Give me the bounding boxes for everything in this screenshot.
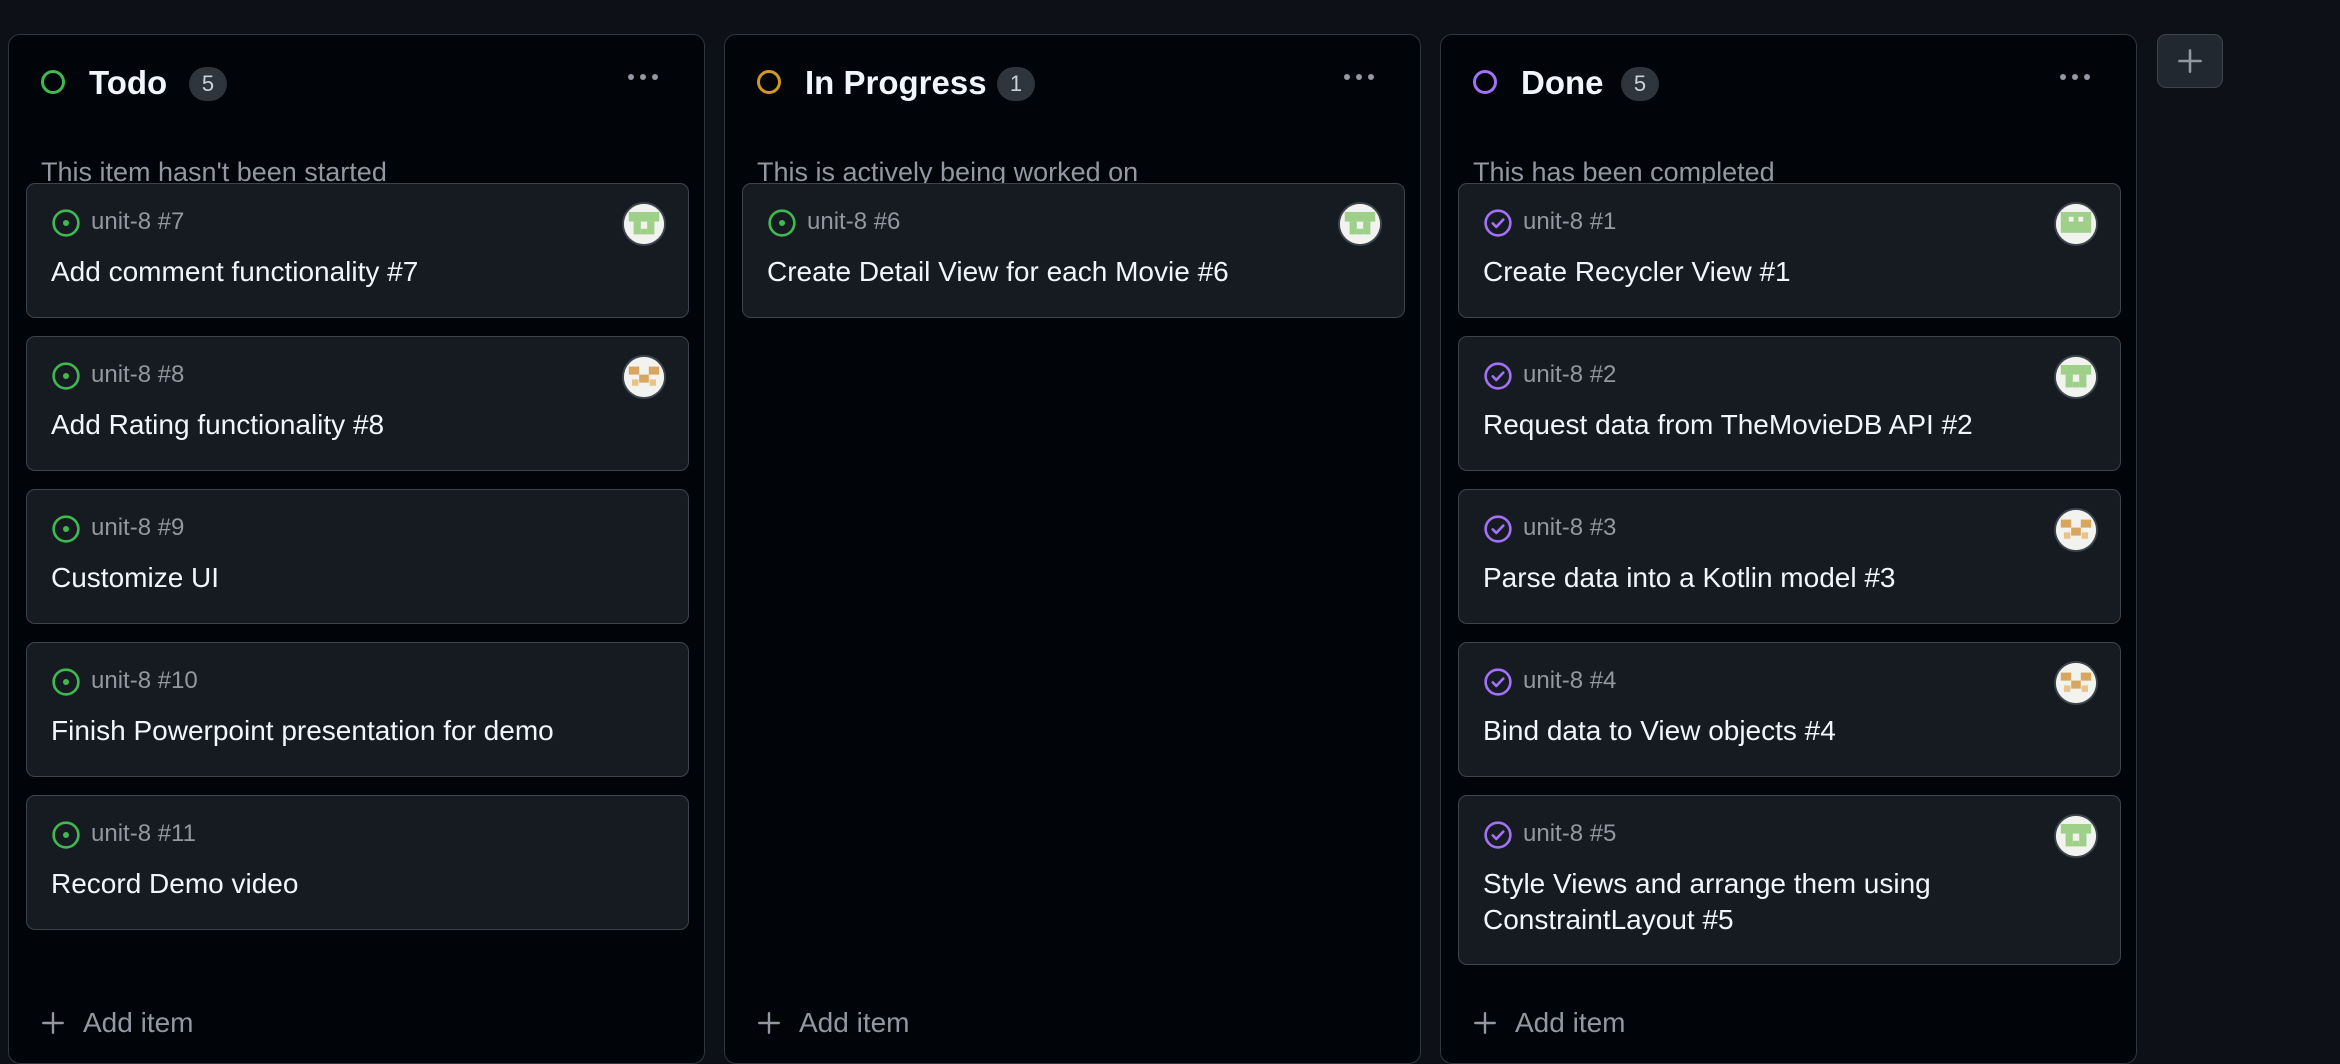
column-done: Done 5 This has been completed unit-8 #1… xyxy=(1440,34,2137,1064)
add-item-button[interactable]: Add item xyxy=(1473,1003,1626,1043)
plus-icon xyxy=(1474,1012,1496,1034)
add-item-button[interactable]: Add item xyxy=(41,1003,194,1043)
card-unit-8-9[interactable]: unit-8 #9 Customize UI xyxy=(26,489,689,624)
card-unit-8-6[interactable]: unit-8 #6 Create Detail View for each Mo… xyxy=(742,183,1405,318)
issue-reference[interactable]: unit-8 #11 xyxy=(91,818,196,850)
card-unit-8-4[interactable]: unit-8 #4 Bind data to View objects #4 xyxy=(1458,642,2121,777)
issue-reference[interactable]: unit-8 #2 xyxy=(1523,359,1616,391)
assignee-avatar[interactable] xyxy=(1340,204,1380,244)
card-title[interactable]: Create Recycler View #1 xyxy=(1483,254,2083,290)
kebab-menu-icon xyxy=(628,74,634,80)
plus-icon xyxy=(2178,49,2202,73)
status-circle-icon xyxy=(1473,70,1497,94)
card-title[interactable]: Add Rating functionality #8 xyxy=(51,407,651,443)
plus-icon xyxy=(42,1012,64,1034)
card-unit-8-7[interactable]: unit-8 #7 Add comment functionality #7 xyxy=(26,183,689,318)
add-column-button[interactable] xyxy=(2157,34,2223,88)
issue-open-icon xyxy=(52,668,80,696)
issue-closed-icon xyxy=(1484,668,1512,696)
column-title: Done xyxy=(1521,64,1604,101)
card-title[interactable]: Record Demo video xyxy=(51,866,651,902)
assignee-avatar[interactable] xyxy=(2056,510,2096,550)
issue-closed-icon xyxy=(1484,821,1512,849)
column-title: Todo xyxy=(89,64,168,101)
column-header: Todo 5 This item hasn't been started xyxy=(9,35,704,205)
column-title: In Progress xyxy=(805,64,987,101)
column-menu-button[interactable] xyxy=(1332,59,1386,95)
add-item-label: Add item xyxy=(1515,1007,1626,1038)
column-header: Done 5 This has been completed xyxy=(1441,35,2136,205)
column-todo: Todo 5 This item hasn't been started uni… xyxy=(8,34,705,1064)
column-header: In Progress 1 This is actively being wor… xyxy=(725,35,1420,205)
issue-reference[interactable]: unit-8 #6 xyxy=(807,206,900,238)
add-item-button[interactable]: Add item xyxy=(757,1003,910,1043)
card-unit-8-8[interactable]: unit-8 #8 Add Rating functionality #8 xyxy=(26,336,689,471)
assignee-avatar[interactable] xyxy=(2056,816,2096,856)
column-menu-button[interactable] xyxy=(2048,59,2102,95)
issue-reference[interactable]: unit-8 #9 xyxy=(91,512,184,544)
issue-closed-icon xyxy=(1484,362,1512,390)
card-title[interactable]: Style Views and arrange them using Const… xyxy=(1483,866,2083,938)
item-count-badge: 1 xyxy=(997,67,1035,101)
card-title[interactable]: Request data from TheMovieDB API #2 xyxy=(1483,407,2083,443)
add-item-label: Add item xyxy=(799,1007,910,1038)
card-title[interactable]: Parse data into a Kotlin model #3 xyxy=(1483,560,2083,596)
status-circle-icon xyxy=(757,70,781,94)
issue-reference[interactable]: unit-8 #10 xyxy=(91,665,198,697)
project-board: Todo 5 This item hasn't been started uni… xyxy=(0,0,2340,1064)
issue-reference[interactable]: unit-8 #8 xyxy=(91,359,184,391)
issue-open-icon xyxy=(52,821,80,849)
card-title[interactable]: Create Detail View for each Movie #6 xyxy=(767,254,1367,290)
issue-open-icon xyxy=(52,515,80,543)
card-unit-8-10[interactable]: unit-8 #10 Finish Powerpoint presentatio… xyxy=(26,642,689,777)
kebab-menu-icon xyxy=(2060,74,2066,80)
issue-closed-icon xyxy=(1484,515,1512,543)
card-title[interactable]: Finish Powerpoint presentation for demo xyxy=(51,713,651,749)
issue-open-icon xyxy=(52,362,80,390)
issue-reference[interactable]: unit-8 #4 xyxy=(1523,665,1616,697)
issue-open-icon xyxy=(768,209,796,237)
issue-reference[interactable]: unit-8 #7 xyxy=(91,206,184,238)
add-item-label: Add item xyxy=(83,1007,194,1038)
column-in-progress: In Progress 1 This is actively being wor… xyxy=(724,34,1421,1064)
issue-reference[interactable]: unit-8 #5 xyxy=(1523,818,1616,850)
assignee-avatar[interactable] xyxy=(624,357,664,397)
assignee-avatar[interactable] xyxy=(2056,357,2096,397)
assignee-avatar[interactable] xyxy=(2056,204,2096,244)
item-count-badge: 5 xyxy=(1621,67,1659,101)
card-title[interactable]: Add comment functionality #7 xyxy=(51,254,651,290)
issue-open-icon xyxy=(52,209,80,237)
issue-closed-icon xyxy=(1484,209,1512,237)
issue-reference[interactable]: unit-8 #3 xyxy=(1523,512,1616,544)
kebab-menu-icon xyxy=(1344,74,1350,80)
assignee-avatar[interactable] xyxy=(624,204,664,244)
column-menu-button[interactable] xyxy=(616,59,670,95)
card-title[interactable]: Customize UI xyxy=(51,560,651,596)
card-title[interactable]: Bind data to View objects #4 xyxy=(1483,713,2083,749)
item-count-badge: 5 xyxy=(189,67,227,101)
assignee-avatar[interactable] xyxy=(2056,663,2096,703)
card-unit-8-2[interactable]: unit-8 #2 Request data from TheMovieDB A… xyxy=(1458,336,2121,471)
status-circle-icon xyxy=(41,70,65,94)
issue-reference[interactable]: unit-8 #1 xyxy=(1523,206,1616,238)
plus-icon xyxy=(758,1012,780,1034)
card-unit-8-3[interactable]: unit-8 #3 Parse data into a Kotlin model… xyxy=(1458,489,2121,624)
card-unit-8-1[interactable]: unit-8 #1 Create Recycler View #1 xyxy=(1458,183,2121,318)
card-unit-8-5[interactable]: unit-8 #5 Style Views and arrange them u… xyxy=(1458,795,2121,965)
card-unit-8-11[interactable]: unit-8 #11 Record Demo video xyxy=(26,795,689,930)
